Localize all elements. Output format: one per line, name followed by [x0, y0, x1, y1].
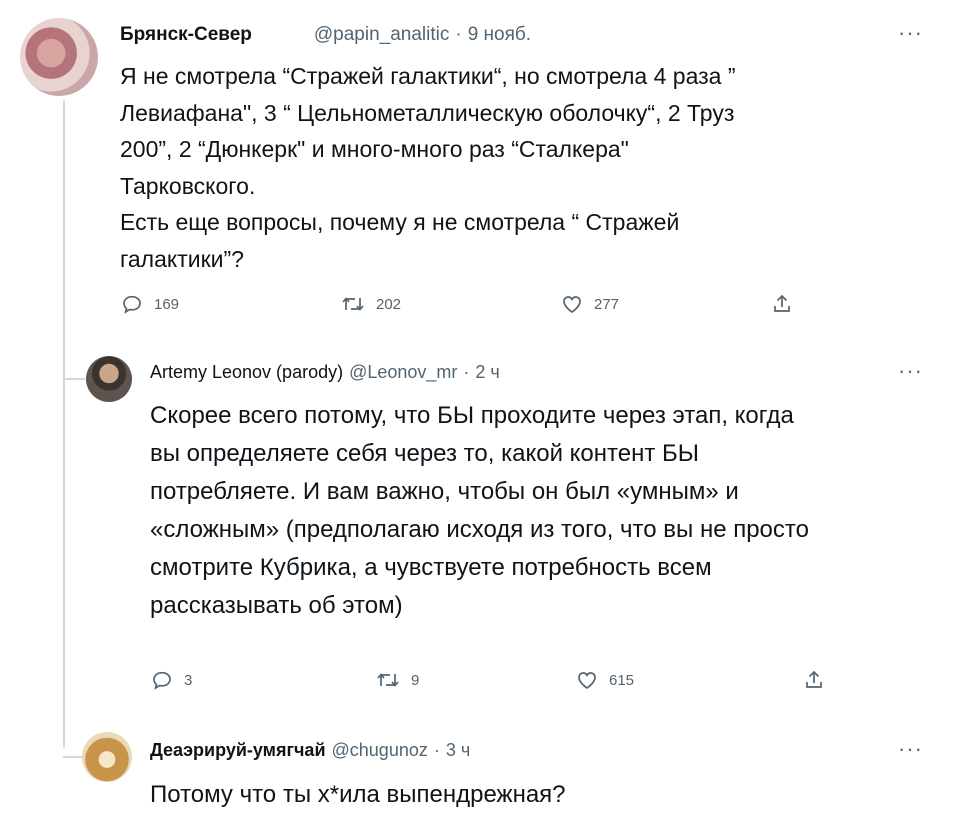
like-icon — [578, 672, 596, 690]
retweet-button[interactable]: 202 — [340, 292, 401, 316]
reply-icon — [123, 295, 141, 314]
reply-button[interactable]: 169 — [120, 292, 179, 316]
thread-line — [63, 100, 65, 748]
like-icon — [563, 296, 581, 314]
share-button[interactable] — [802, 668, 826, 692]
more-icon[interactable]: ··· — [898, 736, 923, 762]
like-count: 277 — [594, 295, 620, 313]
share-button[interactable] — [770, 292, 794, 316]
share-icon — [774, 294, 790, 312]
separator-dot: · — [463, 362, 470, 382]
tweet-text-line: Я не смотрела “Стражей галактики“, но см… — [120, 63, 736, 89]
tweet-time[interactable]: 3 ч — [446, 740, 470, 761]
tweet-text-line: «сложным» (предполагаю исходя из того, ч… — [150, 516, 809, 543]
tweet-text-line: 200”, 2 “Дюнкерк" и много-много раз “Ста… — [120, 136, 629, 162]
user-handle[interactable]: @papin_analitic — [314, 24, 450, 46]
more-icon[interactable]: ··· — [898, 358, 923, 384]
like-button[interactable]: 615 — [575, 668, 634, 692]
tweet-actions: 169 202 277 — [120, 292, 820, 320]
user-handle[interactable]: @chugunoz — [332, 740, 428, 761]
tweet-text-line: вы определяете себя через то, какой конт… — [150, 440, 699, 467]
tweet-text-line: смотрите Кубрика, а чувствуете потребнос… — [150, 554, 712, 581]
more-icon[interactable]: ··· — [898, 20, 923, 46]
tweet-text-line: Скорее всего потому, что БЫ проходите че… — [150, 402, 794, 429]
tweet-time[interactable]: 2 ч — [475, 362, 499, 383]
tweet-text-line: Есть еще вопросы, почему я не смотрела “… — [120, 209, 680, 235]
reply-count: 169 — [154, 295, 180, 313]
user-name[interactable]: Брянск-Север — [120, 24, 252, 46]
avatar[interactable] — [82, 732, 132, 782]
share-icon — [806, 670, 822, 688]
tweet-text-line: Потому что ты х*ила выпендрежная? — [150, 781, 566, 808]
avatar[interactable] — [86, 356, 132, 402]
user-name[interactable]: Artemy Leonov (parody) — [150, 362, 343, 383]
retweet-count: 9 — [411, 671, 420, 689]
retweet-count: 202 — [376, 295, 402, 313]
tweet-time[interactable]: 9 нояб. — [468, 24, 531, 46]
user-handle[interactable]: @Leonov_mr — [349, 362, 457, 383]
tweet-text-line: галактики”? — [120, 245, 244, 272]
tweet-text: Я не смотрела “Стражей галактики“, но см… — [120, 58, 736, 277]
reply-icon — [153, 671, 171, 690]
tweet-header: Artemy Leonov (parody) @Leonov_mr · 2 ч — [150, 362, 500, 383]
separator-dot: · — [455, 24, 462, 45]
thread-connector — [63, 378, 85, 380]
tweet-actions: 3 9 615 — [150, 668, 840, 696]
like-count: 615 — [609, 671, 635, 689]
tweet-header: Деаэрируй-умягчай @chugunoz · 3 ч — [150, 740, 470, 761]
separator-dot: · — [433, 740, 440, 760]
tweet-text: Скорее всего потому, что БЫ проходите че… — [150, 397, 809, 625]
reply-count: 3 — [184, 671, 193, 689]
user-name[interactable]: Деаэрируй-умягчай — [150, 740, 326, 761]
tweet-text: Потому что ты х*ила выпендрежная? — [150, 776, 566, 814]
tweet-text-line: потребляете. И вам важно, чтобы он был «… — [150, 478, 739, 505]
tweet-text-line: Тарковского. — [120, 172, 256, 199]
retweet-icon — [342, 297, 364, 311]
reply-button[interactable]: 3 — [150, 668, 192, 692]
thread-connector — [63, 756, 83, 758]
tweet-header: Брянск-Север @papin_analitic · 9 нояб. — [120, 24, 531, 46]
tweet-text-line: Левиафана", 3 “ Цельнометаллическую обол… — [120, 99, 735, 126]
tweet-text-line: рассказывать об этом) — [150, 592, 403, 619]
retweet-button[interactable]: 9 — [375, 668, 419, 692]
like-button[interactable]: 277 — [560, 292, 619, 316]
retweet-icon — [377, 673, 399, 687]
avatar[interactable] — [20, 18, 98, 96]
